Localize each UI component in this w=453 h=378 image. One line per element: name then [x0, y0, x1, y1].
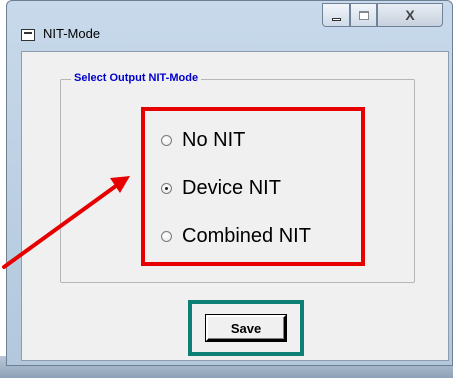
radio-icon[interactable]	[161, 231, 172, 242]
nit-mode-groupbox: Select Output NIT-Mode No NIT Device NIT…	[60, 72, 415, 283]
radio-option-no-nit[interactable]: No NIT	[161, 129, 245, 152]
groupbox-legend: Select Output NIT-Mode	[71, 72, 202, 84]
save-highlight-box: Save	[188, 300, 304, 356]
save-button[interactable]: Save	[206, 315, 286, 341]
radio-icon[interactable]	[161, 135, 172, 146]
options-highlight-box: No NIT Device NIT Combined NIT	[141, 107, 365, 266]
window-icon	[21, 29, 35, 41]
window-title: NIT-Mode	[43, 26, 101, 41]
dialog-client-area: Select Output NIT-Mode No NIT Device NIT…	[21, 51, 449, 361]
title-bar[interactable]: NIT-Mode X	[7, 1, 452, 45]
maximize-icon	[358, 10, 369, 20]
close-icon: X	[405, 7, 415, 23]
minimize-icon	[331, 17, 341, 21]
minimize-button[interactable]	[322, 3, 350, 27]
radio-label-combined-nit: Combined NIT	[182, 225, 311, 247]
radio-icon[interactable]	[161, 183, 172, 194]
maximize-button[interactable]	[350, 3, 377, 27]
radio-label-device-nit: Device NIT	[182, 177, 281, 199]
close-button[interactable]: X	[377, 3, 443, 27]
radio-option-device-nit[interactable]: Device NIT	[161, 177, 281, 200]
radio-option-combined-nit[interactable]: Combined NIT	[161, 225, 311, 248]
nit-mode-window: NIT-Mode X Select Output NIT-Mode No NIT…	[6, 0, 453, 366]
radio-label-no-nit: No NIT	[182, 129, 246, 151]
